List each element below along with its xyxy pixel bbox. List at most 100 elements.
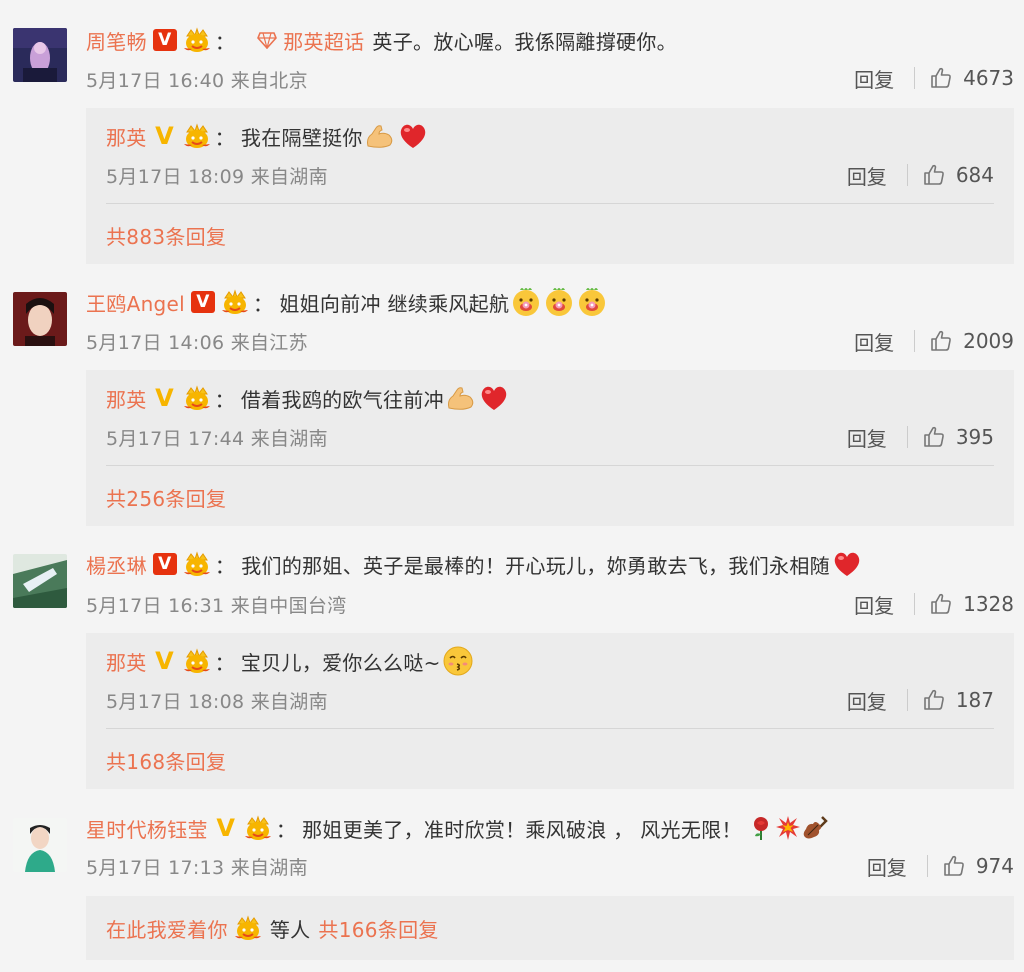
more-replies-link[interactable]: 共168条回复 <box>106 743 226 777</box>
flexed-biceps-emoji <box>364 120 396 152</box>
heart-emoji <box>397 120 429 152</box>
thumbs-up-icon[interactable] <box>942 854 966 878</box>
thumbs-up-icon[interactable] <box>929 329 953 353</box>
reply-button[interactable]: 回复 <box>854 64 894 93</box>
reply-button[interactable]: 回复 <box>854 590 894 619</box>
colon: ： <box>214 387 235 412</box>
fan-club-badge-icon <box>183 385 211 411</box>
replier-link[interactable]: 在此我爱着你 <box>106 914 228 943</box>
username[interactable]: 周笔畅 <box>86 26 147 55</box>
avatar[interactable] <box>13 554 67 608</box>
thumbs-up-icon[interactable] <box>922 425 946 449</box>
like-count: 2009 <box>963 329 1014 353</box>
reply-divider <box>106 203 994 204</box>
colon: ： <box>214 553 236 578</box>
heart-emoji <box>831 548 863 580</box>
avatar[interactable] <box>13 292 67 346</box>
reply-meta: 5月17日 17:44 来自湖南 <box>106 427 328 450</box>
fan-club-badge-icon <box>183 123 211 149</box>
fan-club-badge-icon <box>234 915 262 941</box>
more-replies-link[interactable]: 共883条回复 <box>106 218 226 252</box>
fan-club-badge-icon <box>221 289 249 315</box>
action-divider <box>906 164 908 186</box>
reply-username[interactable]: 那英 <box>106 647 147 676</box>
verified-badge-icon <box>152 29 177 51</box>
comment-text: 那姐更美了，准时欣赏！乘风破浪 ， 风光无限！ <box>302 817 742 842</box>
verified-badge-icon <box>153 387 177 409</box>
avatar[interactable] <box>13 818 67 872</box>
more-replies-link[interactable]: 共256条回复 <box>106 480 226 514</box>
action-divider <box>914 593 916 615</box>
reply-text: 我在隔壁挺你 <box>240 125 363 150</box>
fan-club-badge-icon <box>183 551 211 577</box>
reply-box: 那英 ： 借着我鸥的欧气往前冲 5月17日 17:44 来自湖南 回复 395 … <box>86 370 1014 526</box>
summary-text: 等人 <box>269 917 311 942</box>
comment-meta: 5月17日 16:40 来自北京 <box>86 69 308 92</box>
verified-badge-icon <box>153 650 177 672</box>
reply-username[interactable]: 那英 <box>106 122 147 151</box>
comment-text: 我们的那姐、英子是最棒的！开心玩儿，妳勇敢去飞，我们永相随 <box>241 553 830 578</box>
flower-face-emoji <box>543 286 575 318</box>
username[interactable]: 楊丞琳 <box>86 550 147 579</box>
reply-button[interactable]: 回复 <box>847 686 887 715</box>
like-count: 1328 <box>963 592 1014 616</box>
reply-box: 那英 ： 宝贝儿，爱你么么哒~ 5月17日 18:08 来自湖南 回复 187 … <box>86 633 1014 789</box>
comment-meta: 5月17日 14:06 来自江苏 <box>86 331 308 354</box>
reply-button[interactable]: 回复 <box>867 852 907 881</box>
action-divider <box>906 689 908 711</box>
action-divider <box>914 67 916 89</box>
fan-club-badge-icon <box>183 648 211 674</box>
violin-emoji <box>802 815 828 841</box>
reply-button[interactable]: 回复 <box>847 423 887 452</box>
flower-face-emoji <box>510 286 542 318</box>
colon: ： <box>214 29 236 54</box>
fan-club-badge-icon <box>183 27 211 53</box>
more-replies-link[interactable]: 共166条回复 <box>318 914 438 943</box>
collision-emoji <box>775 815 801 841</box>
username[interactable]: 王鸥Angel <box>86 288 185 317</box>
thumbs-up-icon[interactable] <box>929 66 953 90</box>
like-count: 974 <box>975 854 1014 878</box>
reply-text: 借着我鸥的欧气往前冲 <box>240 387 444 412</box>
reply-box: 那英 ： 我在隔壁挺你 5月17日 18:09 来自湖南 回复 684 共883… <box>86 108 1014 264</box>
reply-button[interactable]: 回复 <box>854 327 894 356</box>
username[interactable]: 星时代杨钰莹 <box>86 814 208 843</box>
action-divider <box>914 330 916 352</box>
comment-text: 姐姐向前冲 继续乘风起航 <box>279 291 510 316</box>
comment-meta: 5月17日 16:31 来自中国台湾 <box>86 594 347 617</box>
colon: ： <box>253 291 274 316</box>
reply-divider <box>106 465 994 466</box>
flexed-biceps-emoji <box>445 382 477 414</box>
verified-badge-icon <box>152 553 177 575</box>
like-count: 187 <box>955 688 994 712</box>
reply-username[interactable]: 那英 <box>106 384 147 413</box>
fan-club-badge-icon <box>244 815 272 841</box>
topic-link[interactable]: 那英超话 <box>257 26 364 55</box>
heart-emoji <box>478 382 510 414</box>
avatar[interactable] <box>13 28 67 82</box>
reply-meta: 5月17日 18:09 来自湖南 <box>106 165 328 188</box>
reply-meta: 5月17日 18:08 来自湖南 <box>106 690 328 713</box>
rose-emoji <box>748 815 774 841</box>
colon: ： <box>275 817 297 842</box>
like-count: 684 <box>955 163 994 187</box>
reply-summary-box: 在此我爱着你 等人 共166条回复 <box>86 896 1014 960</box>
reply-text: 宝贝儿，爱你么么哒~ <box>240 650 441 675</box>
colon: ： <box>214 650 235 675</box>
kissing-face-emoji <box>442 645 474 677</box>
thumbs-up-icon[interactable] <box>929 592 953 616</box>
colon: ： <box>214 125 235 150</box>
comment-meta: 5月17日 17:13 来自湖南 <box>86 856 308 879</box>
like-count: 395 <box>955 425 994 449</box>
diamond-topic-icon <box>257 31 277 49</box>
verified-badge-icon <box>214 817 238 839</box>
topic-label: 那英超话 <box>283 29 365 54</box>
reply-button[interactable]: 回复 <box>847 161 887 190</box>
action-divider <box>906 426 908 448</box>
thumbs-up-icon[interactable] <box>922 688 946 712</box>
thumbs-up-icon[interactable] <box>922 163 946 187</box>
reply-divider <box>106 728 994 729</box>
like-count: 4673 <box>963 66 1014 90</box>
verified-badge-icon <box>153 125 177 147</box>
action-divider <box>926 855 928 877</box>
